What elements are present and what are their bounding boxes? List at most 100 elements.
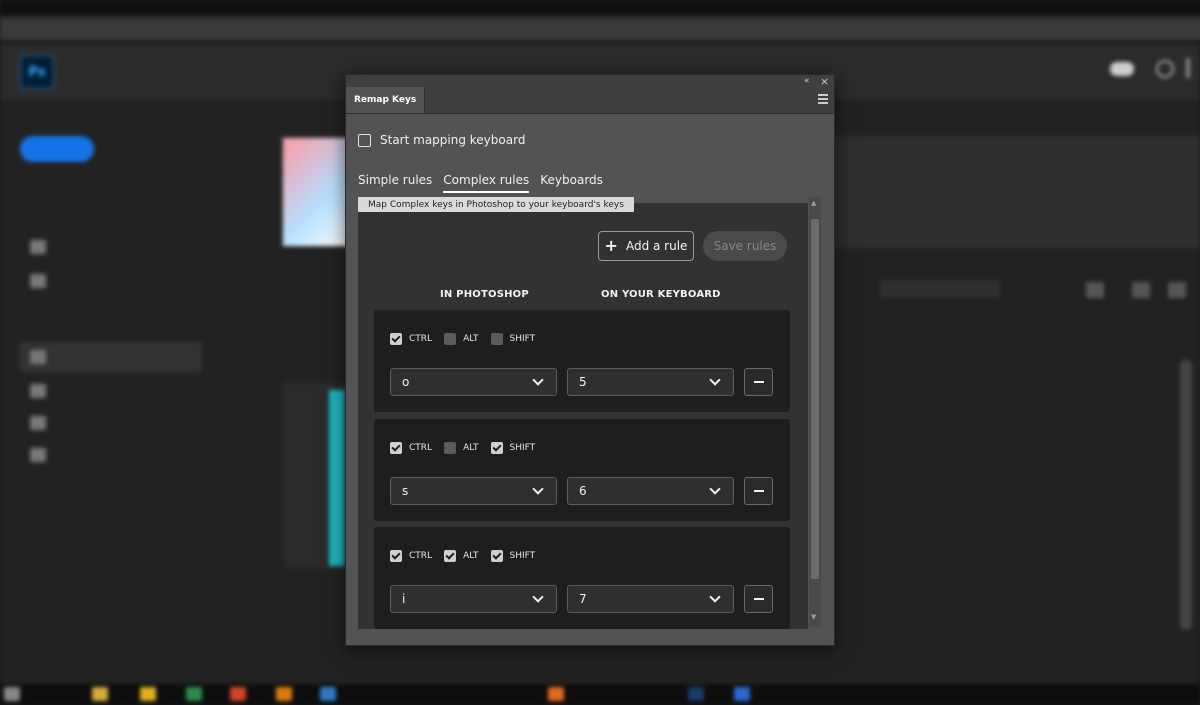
alt-label: ALT [463,334,479,344]
photoshop-key-value: s [402,484,409,498]
chevron-down-icon [532,374,544,386]
photoshop-key-value: i [402,592,406,606]
minus-icon [753,598,764,600]
list-view-icon[interactable] [1168,282,1186,298]
chrome-icon[interactable] [186,687,202,701]
ctrl-checkbox[interactable] [390,333,402,345]
remove-rule-button[interactable] [744,368,773,396]
complex-rules-tooltip: Map Complex keys in Photoshop to your ke… [358,197,634,212]
sidebar-item-deleted[interactable] [30,448,46,462]
rules-tabs: Simple rules Complex rules Keyboards [358,173,603,193]
app-icon[interactable] [320,687,336,701]
sidebar-item-lightroom[interactable] [30,416,46,430]
search-icon[interactable] [1156,60,1174,78]
app-icon[interactable] [230,687,246,701]
alt-checkbox[interactable] [444,333,457,345]
photoshop-key-select[interactable]: s [390,477,557,505]
explorer-icon[interactable] [92,687,108,701]
column-header-photoshop: IN PHOTOSHOP [440,289,529,300]
scroll-up-icon[interactable]: ▲ [811,199,816,207]
shift-checkbox[interactable] [490,550,503,562]
keyboard-key-select[interactable]: 5 [567,368,734,396]
shift-checkbox[interactable] [490,333,503,345]
alt-checkbox[interactable] [444,550,457,562]
add-rule-button[interactable]: + Add a rule [598,231,694,261]
photoshop-taskbar-icon[interactable] [688,687,704,701]
save-rules-button[interactable]: Save rules [703,231,787,261]
rule-card: CTRL ALT SHIFT i 7 [374,527,790,629]
file-thumbnail-image [329,390,345,566]
start-mapping-checkbox[interactable] [358,133,371,147]
taskbar [0,684,1200,705]
vscode-icon[interactable] [734,687,750,701]
photoshop-key-select[interactable]: o [390,368,557,396]
sidebar-item-home[interactable] [30,240,46,254]
column-header-keyboard: ON YOUR KEYBOARD [601,289,721,300]
new-file-button[interactable] [20,136,94,162]
sidebar-item-learn[interactable] [30,274,46,288]
chevron-down-icon [709,374,721,386]
minus-icon [753,381,764,383]
photoshop-key-value: o [402,375,410,389]
complex-rules-content: + Add a rule Save rules IN PHOTOSHOP ON … [358,203,808,629]
alt-label: ALT [463,551,479,561]
keyboard-key-value: 6 [579,484,587,498]
tab-keyboards[interactable]: Keyboards [540,173,603,193]
rule-card: CTRL ALT SHIFT s 6 [374,419,790,521]
ctrl-checkbox[interactable] [390,550,402,562]
photoshop-logo: Ps [20,55,54,89]
photoshop-key-select[interactable]: i [390,585,557,613]
ctrl-label: CTRL [409,334,433,344]
sidebar-item-your-files[interactable] [30,350,46,364]
sidebar-item-shared[interactable] [30,384,46,398]
scrollbar-thumb[interactable] [811,219,819,579]
scroll-down-icon[interactable]: ▼ [811,613,816,621]
sidebar-active-highlight [20,342,202,372]
vlc-icon[interactable] [276,687,292,701]
chevron-down-icon [709,591,721,603]
home-scrollbar[interactable] [1180,360,1192,630]
panel-tab-strip: Remap Keys [346,87,834,114]
collapse-icon[interactable]: « [804,76,810,86]
system-menubar [0,0,1200,14]
shift-label: SHIFT [509,443,536,453]
keyboard-key-select[interactable]: 7 [567,585,734,613]
add-rule-label: Add a rule [625,239,688,253]
tab-simple-rules[interactable]: Simple rules [358,173,432,193]
rule-card: CTRL ALT SHIFT o 5 [374,310,790,412]
ctrl-label: CTRL [409,551,433,561]
sort-icon[interactable] [1086,282,1104,298]
shift-label: SHIFT [509,551,536,561]
panel-menu-icon[interactable] [818,94,828,106]
remove-rule-button[interactable] [744,585,773,613]
ctrl-label: CTRL [409,443,433,453]
start-mapping-toggle[interactable]: Start mapping keyboard [358,133,525,147]
remap-keys-panel: « × Remap Keys Start mapping keyboard Si… [345,74,835,646]
filter-input[interactable] [880,280,1000,298]
panel-tab-remap-keys[interactable]: Remap Keys [346,87,426,113]
shift-checkbox[interactable] [490,442,503,454]
panel-titlebar[interactable]: « × [346,75,834,88]
alt-checkbox[interactable] [444,442,457,454]
ctrl-checkbox[interactable] [390,442,402,454]
alt-label: ALT [463,443,479,453]
promo-image [283,138,349,246]
tab-complex-rules[interactable]: Complex rules [443,173,530,193]
app-icon[interactable] [140,687,156,701]
rules-scrollbar[interactable]: ▲ ▼ [809,197,821,627]
keyboard-key-value: 7 [579,592,587,606]
modifier-row: CTRL ALT SHIFT [390,442,547,454]
modifier-row: CTRL ALT SHIFT [390,550,547,562]
keyboard-key-select[interactable]: 6 [567,477,734,505]
keyboard-key-value: 5 [579,375,587,389]
cloud-icon[interactable] [1110,62,1134,76]
remove-rule-button[interactable] [744,477,773,505]
windows-start-icon[interactable] [4,687,20,701]
chevron-down-icon [532,483,544,495]
app-icon[interactable] [548,687,564,701]
start-mapping-label: Start mapping keyboard [380,133,526,147]
minus-icon [753,490,764,492]
app-menubar [0,18,1200,40]
grid-view-icon[interactable] [1132,282,1150,298]
more-icon[interactable] [1186,58,1190,78]
